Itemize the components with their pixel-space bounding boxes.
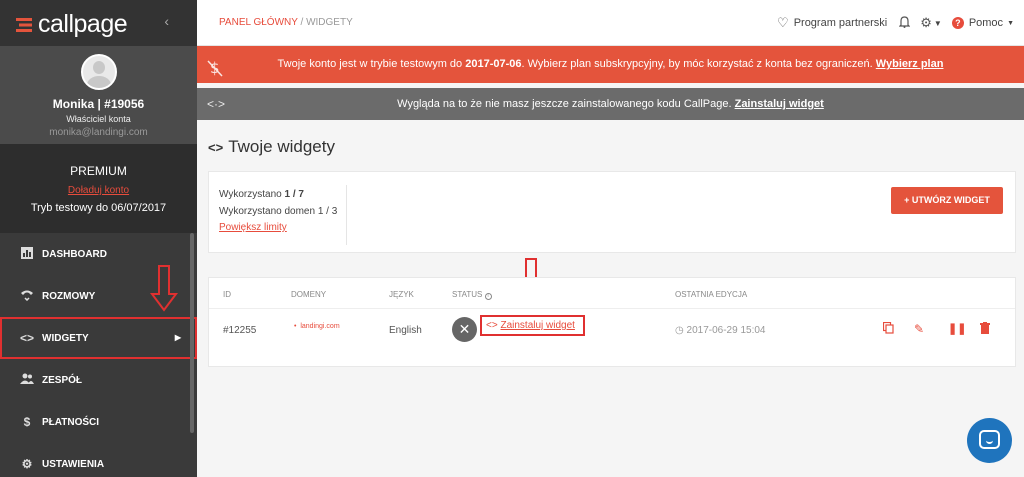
install-widget-status[interactable]: <> Zainstaluj widget [480, 315, 585, 336]
topup-link[interactable]: Doładuj konto [0, 185, 197, 196]
last-edit: ◷ 2017-06-29 15:04 [675, 325, 765, 336]
bar-chart-icon [20, 247, 34, 261]
chevron-down-icon[interactable]: ▼ [934, 19, 942, 28]
no-money-icon: $ [207, 55, 223, 92]
install-widget-link[interactable]: Zainstaluj widget [500, 320, 574, 331]
breadcrumb-separator: / [300, 17, 304, 28]
breadcrumb-home[interactable]: PANEL GŁÓWNY [219, 17, 298, 28]
bell-icon[interactable] [898, 15, 911, 31]
domains-usage: Wykorzystano domen 1 / 3 [219, 206, 338, 217]
sidebar-item-widgety[interactable]: <> WIDGETY ▶ [0, 317, 197, 359]
gear-icon: ⚙ [21, 457, 33, 471]
partner-program-link[interactable]: Program partnerski [794, 17, 888, 29]
create-widget-button[interactable]: + UTWÓRZ WIDGET [891, 187, 1003, 214]
install-banner: <·> Wygląda na to że nie masz jeszcze za… [197, 88, 1024, 120]
help-menu[interactable]: Pomoc [969, 17, 1003, 29]
sidebar-item-label: WIDGETY [42, 333, 89, 344]
sidebar: callpage ‹ Monika | #19056 Właściciel ko… [0, 0, 197, 477]
sidebar-scrollbar[interactable] [190, 233, 194, 433]
increase-limits-link[interactable]: Powiększ limity [219, 221, 337, 235]
column-header-status-label: STATUS [452, 290, 483, 299]
info-icon[interactable]: i [484, 293, 492, 300]
sidebar-item-label: ZESPÓŁ [42, 375, 83, 386]
plan-name: PREMIUM [70, 164, 127, 178]
plan-panel: PREMIUM Doładuj konto Tryb testowy do 06… [0, 144, 197, 233]
trash-icon[interactable] [980, 322, 990, 337]
widgets-usage-value: 1 / 7 [284, 189, 304, 200]
clock-icon: ◷ [675, 325, 684, 336]
callpage-logo-icon [16, 18, 32, 32]
trial-info: Tryb testowy do 06/07/2017 [30, 202, 167, 214]
trial-date: 2017-07-06 [465, 58, 522, 70]
team-icon [20, 373, 34, 387]
pause-icon[interactable]: ❚❚ [948, 322, 966, 335]
profile-name: Monika | #19056 [52, 97, 145, 111]
last-edit-date: 2017-06-29 15:04 [686, 325, 766, 336]
header-divider [209, 308, 1015, 309]
sidebar-item-label: PŁATNOŚCI [42, 417, 100, 428]
page-title: <> Twoje widgety [208, 137, 335, 157]
usage-card: Wykorzystano 1 / 7 Wykorzystano domen 1 … [208, 171, 1016, 253]
avatar[interactable] [80, 54, 117, 90]
breadcrumb-current: WIDGETY [306, 17, 353, 28]
code-icon: <·> [207, 97, 226, 111]
sidebar-item-platnosci[interactable]: $ PŁATNOŚCI [0, 401, 197, 443]
trial-text-2: . Wybierz plan subskrypcyjny, by móc kor… [521, 58, 876, 70]
logo[interactable]: callpage [16, 10, 128, 39]
sidebar-item-ustawienia[interactable]: ⚙ USTAWIENIA [0, 443, 197, 477]
column-header-last-edit: OSTATNIA EDYCJA [675, 290, 748, 299]
trial-text-1: Twoje konto jest w trybie testowym do [277, 58, 466, 70]
usage-stats: Wykorzystano 1 / 7 Wykorzystano domen 1 … [219, 188, 337, 235]
chat-launcher-button[interactable] [967, 418, 1012, 463]
widgets-usage-label: Wykorzystano [219, 189, 285, 200]
logo-bar: callpage ‹ [0, 0, 197, 46]
widgets-usage: Wykorzystano 1 / 7 [219, 188, 337, 202]
install-text: Wygląda na to że nie masz jeszcze zainst… [397, 98, 735, 110]
heart-icon[interactable]: ♡ [777, 15, 789, 31]
chevron-left-icon[interactable]: ‹ [164, 13, 169, 29]
code-icon: <> [20, 331, 35, 345]
profile-panel: Monika | #19056 Właściciel konta monika@… [0, 46, 197, 144]
trial-banner: $ Twoje konto jest w trybie testowym do … [197, 46, 1024, 83]
breadcrumb: PANEL GŁÓWNY / WIDGETY [219, 17, 353, 28]
status-not-installed-icon: ✕ [452, 317, 477, 342]
choose-plan-link[interactable]: Wybierz plan [876, 58, 944, 70]
sidebar-item-label: ROZMOWY [42, 291, 96, 302]
help-icon[interactable]: ? [951, 17, 964, 29]
widget-domain: • landingi.com [294, 323, 340, 330]
dollar-icon: $ [23, 415, 31, 429]
widget-language: English [389, 325, 422, 336]
code-icon: <> [486, 320, 498, 331]
logo-text: callpage [38, 10, 128, 38]
page-title-text: Twoje widgety [228, 137, 335, 156]
edit-pencil-icon[interactable]: ✎ [914, 322, 924, 336]
column-header-id: ID [223, 290, 231, 299]
chat-icon [979, 430, 1000, 449]
annotation-arrow-sidebar [150, 265, 178, 312]
column-header-language: JĘZYK [389, 290, 414, 299]
widget-domain-text: landingi.com [300, 323, 340, 330]
profile-role: Właściciel konta [66, 114, 131, 124]
install-widget-link[interactable]: Zainstaluj widget [735, 98, 824, 110]
widgets-table: ID DOMENY JĘZYK STATUS i OSTATNIA EDYCJA… [208, 277, 1016, 367]
column-header-domains: DOMENY [291, 290, 327, 299]
widget-id: #12255 [223, 325, 257, 336]
calls-icon [20, 289, 34, 303]
divider [346, 185, 347, 245]
profile-email: monika@landingi.com [49, 127, 148, 138]
sidebar-item-label: DASHBOARD [42, 249, 107, 260]
sidebar-item-label: USTAWIENIA [42, 459, 105, 470]
column-header-status: STATUS i [452, 290, 492, 300]
header-actions: ♡ Program partnerski ⚙ ▼ ? Pomoc ▼ [767, 15, 1014, 31]
sidebar-item-zespol[interactable]: ZESPÓŁ [0, 359, 197, 401]
settings-gear-icon[interactable]: ⚙ [920, 15, 932, 31]
top-header: PANEL GŁÓWNY / WIDGETY ♡ Program partner… [197, 0, 1024, 46]
copy-icon[interactable] [882, 321, 894, 337]
code-icon: <> [208, 140, 224, 155]
chevron-down-icon[interactable]: ▼ [1007, 20, 1014, 27]
caret-right-icon: ▶ [174, 333, 181, 342]
